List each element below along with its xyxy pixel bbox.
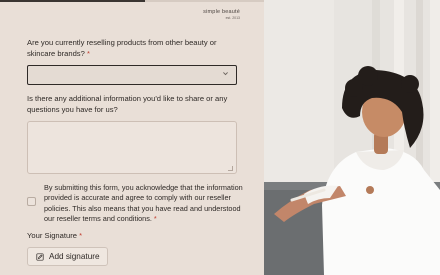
signature-label: Your Signature * <box>27 231 82 240</box>
add-signature-button[interactable]: Add signature <box>27 247 108 266</box>
brand-logo: simple beauté est. 2013 <box>203 9 240 20</box>
brand-est: est. 2013 <box>225 15 240 20</box>
reselling-select[interactable] <box>27 65 237 85</box>
signature-label-text: Your Signature <box>27 231 77 240</box>
required-mark: * <box>86 48 90 58</box>
chevron-down-icon <box>222 70 229 79</box>
form-panel: simple beauté est. 2013 Are you currentl… <box>0 0 264 275</box>
question-additional-info: Is there any additional information you'… <box>27 94 242 115</box>
question-additional-info-text: Is there any additional information you'… <box>27 94 228 114</box>
required-mark: * <box>153 214 157 224</box>
brand-name: simple beauté <box>203 9 240 15</box>
required-mark: * <box>79 231 83 240</box>
consent-label: By submitting this form, you acknowledge… <box>44 183 244 225</box>
consent-text: By submitting this form, you acknowledge… <box>44 183 243 224</box>
resize-handle-icon[interactable] <box>228 166 233 171</box>
consent-checkbox[interactable] <box>27 197 36 206</box>
question-reselling: Are you currently reselling products fro… <box>27 38 239 59</box>
hero-photo <box>264 0 440 275</box>
add-signature-label: Add signature <box>49 252 100 261</box>
additional-info-textarea[interactable] <box>27 121 237 174</box>
pen-icon <box>36 252 44 261</box>
question-reselling-text: Are you currently reselling products fro… <box>27 38 217 58</box>
progress-bar <box>0 0 146 2</box>
